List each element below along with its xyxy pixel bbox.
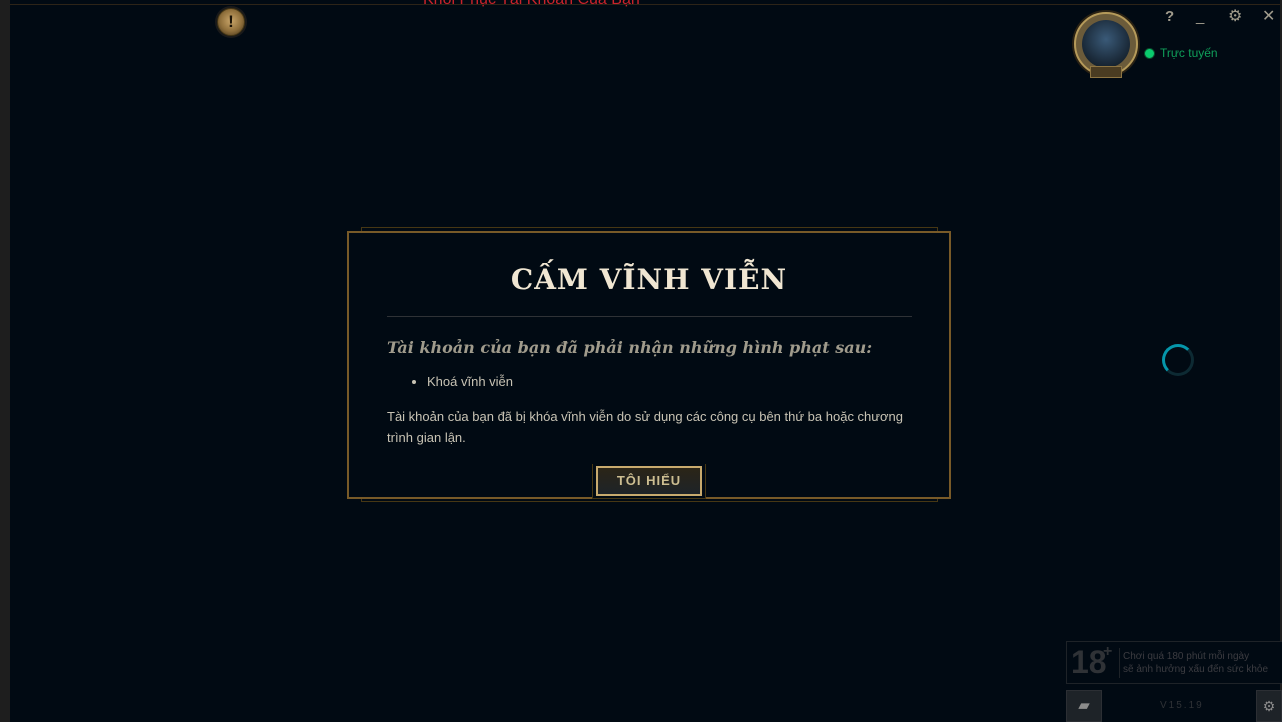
dialog-divider	[387, 316, 912, 317]
top-divider	[10, 4, 1280, 5]
age-rating-notice: 18 + Chơi quá 180 phút mỗi ngày sẽ ảnh h…	[1066, 641, 1282, 684]
dialog-subtitle: Tài khoản của bạn đã phải nhận những hìn…	[387, 338, 873, 357]
age-warning-line-1: Chơi quá 180 phút mỗi ngày	[1123, 651, 1250, 662]
age-warning-text: Chơi quá 180 phút mỗi ngày sẽ ảnh hưởng …	[1123, 650, 1268, 676]
account-recovery-link[interactable]: Khôi Phục Tài Khoản Của Bạn	[423, 0, 640, 9]
alert-icon[interactable]: !	[217, 8, 245, 36]
acknowledge-button[interactable]: TÔI HIỂU	[596, 466, 702, 496]
age-rating-number: 18	[1071, 644, 1107, 680]
footer-settings-icon[interactable]: ⚙	[1256, 690, 1282, 722]
dialog-title: CẤM VĨNH VIỄN	[510, 263, 788, 296]
age-rating-plus: +	[1103, 643, 1113, 660]
chat-icon[interactable]: ▰	[1066, 690, 1102, 722]
online-status-label[interactable]: Trực tuyến	[1160, 46, 1218, 60]
penalty-list: Khoá vĩnh viễn	[387, 373, 513, 391]
minimize-icon[interactable]: _	[1196, 9, 1204, 25]
version-label: V15.19	[1160, 700, 1204, 711]
help-icon[interactable]: ?	[1165, 9, 1174, 25]
close-icon[interactable]: ✕	[1262, 9, 1275, 25]
settings-icon[interactable]: ⚙	[1228, 9, 1242, 25]
age-warning-line-2: sẽ ảnh hưởng xấu đến sức khỏe	[1123, 664, 1269, 675]
online-status-icon	[1144, 48, 1155, 59]
dialog-body: Tài khoản của bạn đã bị khóa vĩnh viễn d…	[387, 409, 903, 445]
loading-spinner-icon	[1162, 344, 1194, 376]
avatar-level-plate	[1090, 66, 1122, 78]
ban-dialog: CẤM VĨNH VIỄN Tài khoản của bạn đã phải …	[347, 231, 951, 499]
age-separator	[1119, 648, 1120, 678]
window-left-edge	[0, 0, 10, 722]
penalty-item: Khoá vĩnh viễn	[427, 373, 513, 391]
avatar-image	[1082, 20, 1130, 68]
